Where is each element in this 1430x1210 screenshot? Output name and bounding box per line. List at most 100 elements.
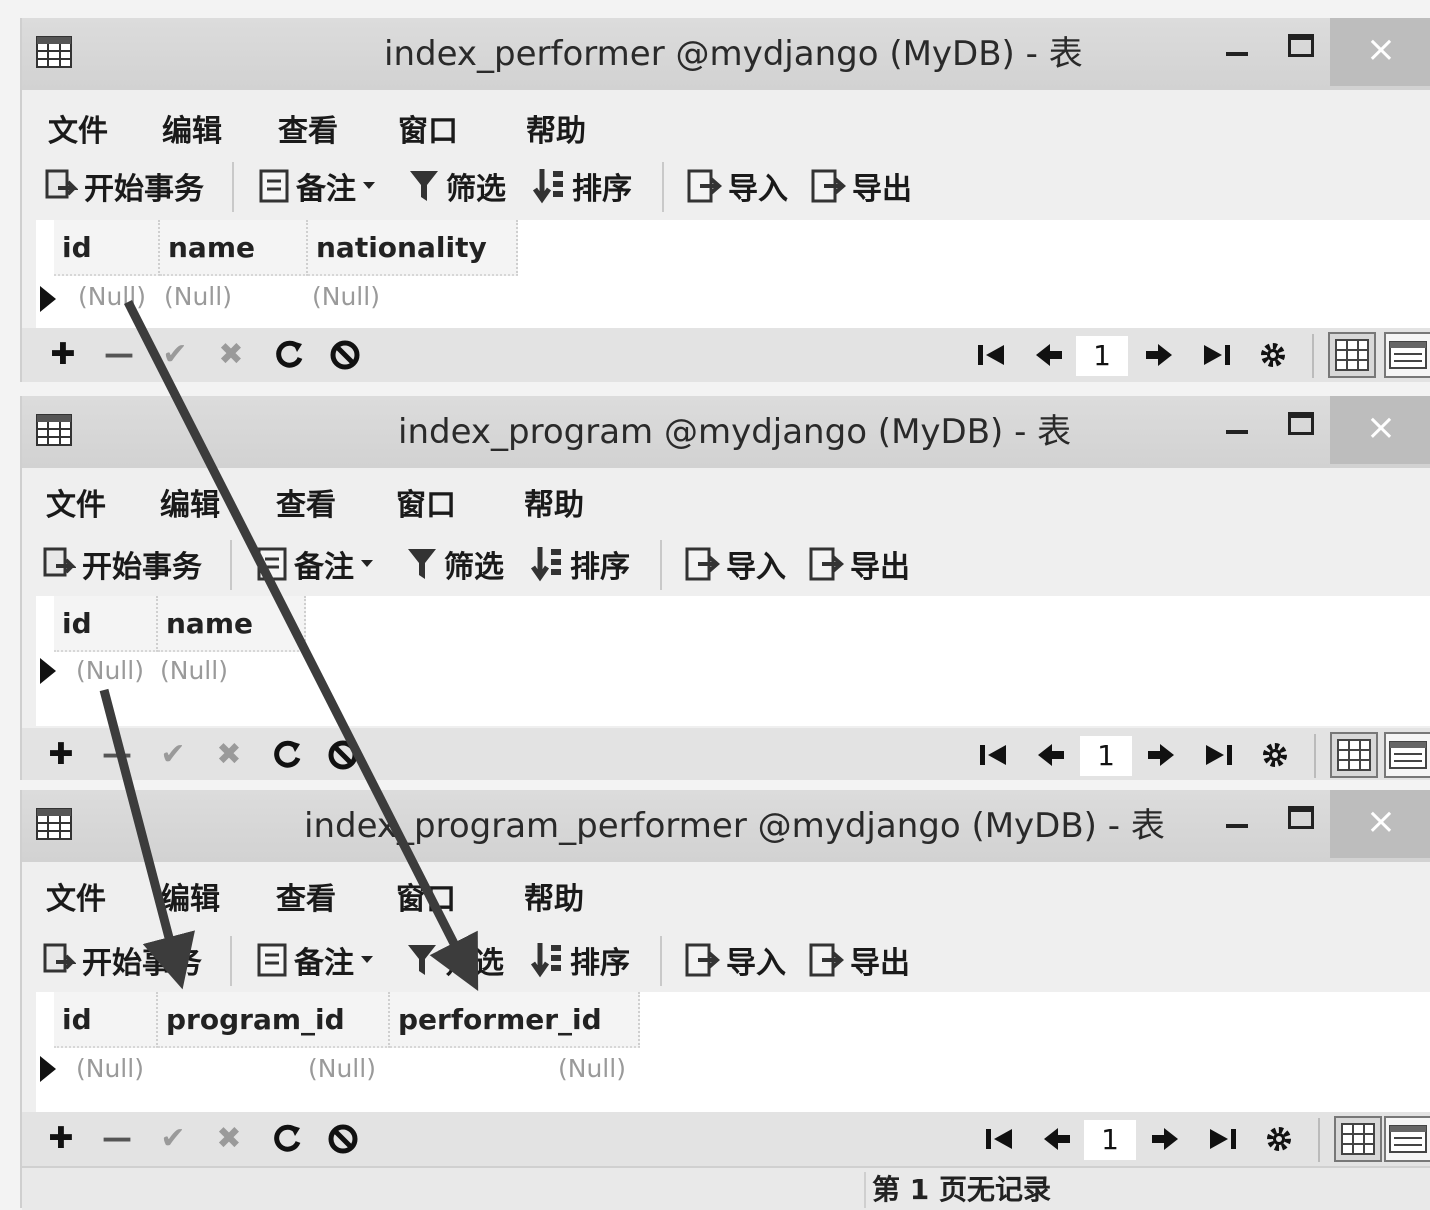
cell-nationality[interactable]: (Null) <box>312 274 380 320</box>
column-header-name[interactable]: name <box>160 220 308 276</box>
menu-help[interactable]: 帮助 <box>524 880 584 920</box>
column-header-performer-id[interactable]: performer_id <box>390 992 640 1048</box>
first-page-icon[interactable] <box>974 338 1008 372</box>
filter-button[interactable]: 筛选 <box>406 542 504 586</box>
maximize-button[interactable] <box>1286 408 1316 436</box>
begin-transaction-button[interactable]: 开始事务 <box>44 164 204 208</box>
grid-view-button[interactable] <box>1330 732 1378 778</box>
menu-window[interactable]: 窗口 <box>398 112 458 152</box>
title-bar[interactable]: index_performer @mydjango (MyDB) - 表 × <box>22 18 1430 90</box>
page-number-input[interactable]: 1 <box>1084 1120 1136 1160</box>
begin-transaction-button[interactable]: 开始事务 <box>42 938 202 982</box>
sort-button[interactable]: 排序 <box>530 938 630 982</box>
add-record-button[interactable]: ✚ <box>44 1122 78 1156</box>
column-header-id[interactable]: id <box>54 596 158 652</box>
chevron-down-icon[interactable] <box>360 955 374 965</box>
chevron-down-icon[interactable] <box>362 181 376 191</box>
export-button[interactable]: 导出 <box>808 542 910 586</box>
cell-id[interactable]: (Null) <box>76 648 144 694</box>
menu-edit[interactable]: 编辑 <box>160 880 220 920</box>
gear-icon[interactable] <box>1258 738 1292 772</box>
add-record-button[interactable]: ✚ <box>44 738 78 772</box>
first-page-icon[interactable] <box>976 738 1010 772</box>
page-number-input[interactable]: 1 <box>1076 336 1128 376</box>
stop-icon[interactable] <box>326 738 360 772</box>
cell-id[interactable]: (Null) <box>78 274 146 320</box>
grid-view-button[interactable] <box>1334 1116 1382 1162</box>
previous-page-icon[interactable] <box>1032 338 1066 372</box>
menu-view[interactable]: 查看 <box>278 112 338 152</box>
delete-record-button[interactable]: — <box>100 1122 134 1156</box>
import-button[interactable]: 导入 <box>684 938 786 982</box>
discard-changes-button[interactable]: ✖ <box>212 738 246 772</box>
note-button[interactable]: 备注 <box>258 164 376 208</box>
filter-button[interactable]: 筛选 <box>406 938 504 982</box>
cell-program-id[interactable]: (Null) <box>308 1046 376 1092</box>
stop-icon[interactable] <box>328 338 362 372</box>
form-view-button[interactable] <box>1384 1116 1430 1162</box>
export-button[interactable]: 导出 <box>810 164 912 208</box>
form-view-button[interactable] <box>1384 332 1430 378</box>
menu-file[interactable]: 文件 <box>46 486 106 526</box>
cell-name[interactable]: (Null) <box>164 274 232 320</box>
column-header-program-id[interactable]: program_id <box>158 992 390 1048</box>
close-button[interactable]: × <box>1330 396 1430 464</box>
next-page-icon[interactable] <box>1148 1122 1182 1156</box>
discard-changes-button[interactable]: ✖ <box>212 1122 246 1156</box>
column-header-nationality[interactable]: nationality <box>308 220 518 276</box>
grid-view-button[interactable] <box>1328 332 1376 378</box>
data-grid[interactable]: id name nationality (Null) (Null) (Null) <box>36 220 1430 328</box>
minimize-button[interactable] <box>1220 38 1256 68</box>
gear-icon[interactable] <box>1262 1122 1296 1156</box>
menu-help[interactable]: 帮助 <box>524 486 584 526</box>
title-bar[interactable]: index_program_performer @mydjango (MyDB)… <box>22 790 1430 862</box>
data-grid[interactable]: id program_id performer_id (Null) (Null)… <box>36 992 1430 1112</box>
column-header-id[interactable]: id <box>54 992 158 1048</box>
form-view-button[interactable] <box>1384 732 1430 778</box>
apply-changes-button[interactable]: ✔ <box>156 1122 190 1156</box>
last-page-icon[interactable] <box>1202 738 1236 772</box>
gear-icon[interactable] <box>1256 338 1290 372</box>
previous-page-icon[interactable] <box>1034 738 1068 772</box>
refresh-icon[interactable] <box>272 338 306 372</box>
cell-id[interactable]: (Null) <box>76 1046 144 1092</box>
note-button[interactable]: 备注 <box>256 938 374 982</box>
menu-help[interactable]: 帮助 <box>526 112 586 152</box>
refresh-icon[interactable] <box>270 738 304 772</box>
close-button[interactable]: × <box>1330 790 1430 858</box>
refresh-icon[interactable] <box>270 1122 304 1156</box>
import-button[interactable]: 导入 <box>684 542 786 586</box>
cell-name[interactable]: (Null) <box>160 648 228 694</box>
note-button[interactable]: 备注 <box>256 542 374 586</box>
apply-changes-button[interactable]: ✔ <box>158 338 192 372</box>
last-page-icon[interactable] <box>1200 338 1234 372</box>
add-record-button[interactable]: ✚ <box>46 338 80 372</box>
maximize-button[interactable] <box>1286 30 1316 58</box>
begin-transaction-button[interactable]: 开始事务 <box>42 542 202 586</box>
next-page-icon[interactable] <box>1144 738 1178 772</box>
title-bar[interactable]: index_program @mydjango (MyDB) - 表 × <box>22 396 1430 468</box>
menu-file[interactable]: 文件 <box>48 112 108 152</box>
menu-file[interactable]: 文件 <box>46 880 106 920</box>
import-button[interactable]: 导入 <box>686 164 788 208</box>
sort-button[interactable]: 排序 <box>532 164 632 208</box>
column-header-id[interactable]: id <box>54 220 160 276</box>
first-page-icon[interactable] <box>982 1122 1016 1156</box>
menu-edit[interactable]: 编辑 <box>162 112 222 152</box>
menu-window[interactable]: 窗口 <box>396 486 456 526</box>
menu-window[interactable]: 窗口 <box>396 880 456 920</box>
menu-edit[interactable]: 编辑 <box>160 486 220 526</box>
previous-page-icon[interactable] <box>1040 1122 1074 1156</box>
discard-changes-button[interactable]: ✖ <box>214 338 248 372</box>
cell-performer-id[interactable]: (Null) <box>558 1046 626 1092</box>
close-button[interactable]: × <box>1330 18 1430 86</box>
next-page-icon[interactable] <box>1142 338 1176 372</box>
page-number-input[interactable]: 1 <box>1080 736 1132 776</box>
maximize-button[interactable] <box>1286 802 1316 830</box>
menu-view[interactable]: 查看 <box>276 486 336 526</box>
delete-record-button[interactable]: — <box>102 338 136 372</box>
minimize-button[interactable] <box>1220 810 1256 840</box>
data-grid[interactable]: id name (Null) (Null) <box>36 596 1430 726</box>
chevron-down-icon[interactable] <box>360 559 374 569</box>
column-header-name[interactable]: name <box>158 596 306 652</box>
